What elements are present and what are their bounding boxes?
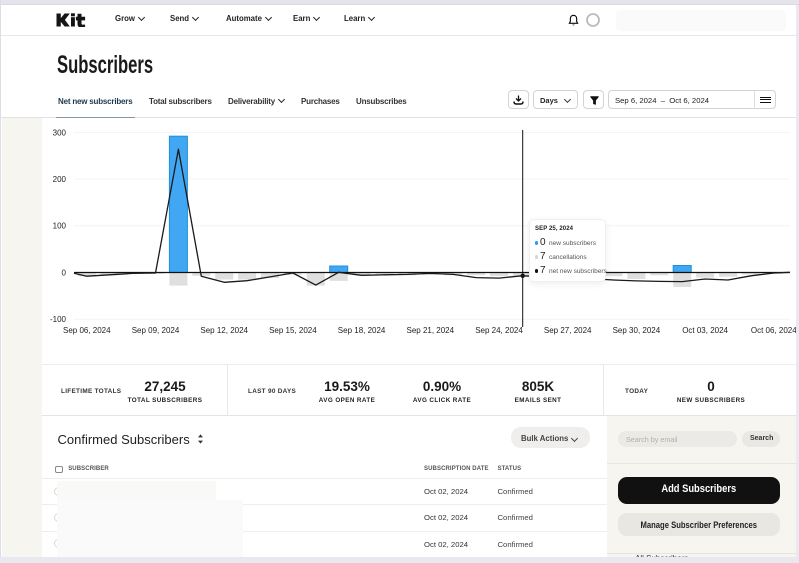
svg-text:300: 300 — [53, 129, 67, 138]
svg-text:Sep 18, 2024: Sep 18, 2024 — [338, 326, 386, 335]
svg-text:Oct 03, 2024: Oct 03, 2024 — [682, 326, 728, 335]
svg-text:Sep 27, 2024: Sep 27, 2024 — [544, 326, 592, 335]
svg-text:Sep 24, 2024: Sep 24, 2024 — [475, 326, 523, 335]
svg-text:Sep 15, 2024: Sep 15, 2024 — [269, 326, 317, 335]
svg-text:Sep 06, 2024: Sep 06, 2024 — [63, 326, 111, 335]
svg-text:Sep 12, 2024: Sep 12, 2024 — [200, 326, 248, 335]
svg-text:Sep 21, 2024: Sep 21, 2024 — [406, 326, 454, 335]
svg-text:-100: -100 — [50, 315, 67, 324]
svg-text:100: 100 — [53, 222, 67, 231]
svg-text:0: 0 — [62, 269, 67, 278]
svg-text:Sep 09, 2024: Sep 09, 2024 — [132, 326, 180, 335]
svg-text:Sep 30, 2024: Sep 30, 2024 — [613, 326, 661, 335]
svg-text:200: 200 — [53, 175, 67, 184]
svg-text:Oct 06, 2024: Oct 06, 2024 — [751, 326, 796, 335]
